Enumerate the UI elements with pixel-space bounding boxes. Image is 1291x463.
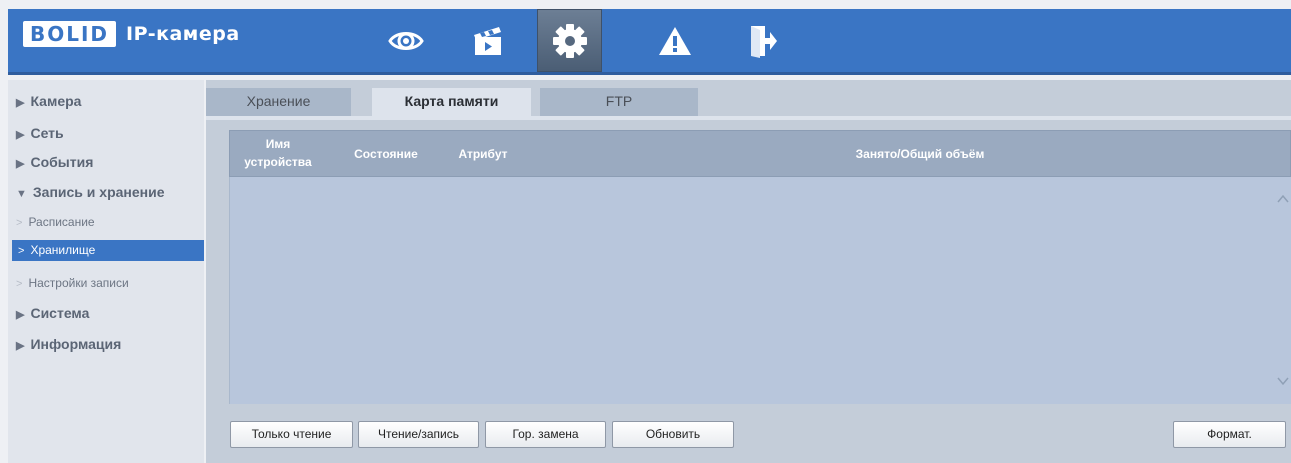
scroll-up-icon[interactable] bbox=[1276, 192, 1290, 206]
logout-icon bbox=[750, 25, 777, 58]
column-header-attribute[interactable]: Атрибут bbox=[448, 147, 518, 161]
nav-live-view-button[interactable] bbox=[374, 9, 437, 72]
tab-ftp[interactable]: FTP bbox=[540, 88, 698, 116]
triangle-right-icon: ▶ bbox=[16, 309, 25, 321]
column-header-used-total[interactable]: Занято/Общий объём bbox=[780, 147, 1060, 161]
refresh-button[interactable]: Обновить bbox=[612, 421, 734, 448]
tab-storage[interactable]: Хранение bbox=[206, 88, 351, 116]
gear-icon bbox=[552, 23, 587, 58]
triangle-down-icon: ▼ bbox=[16, 188, 27, 200]
brand-logo: BOLID bbox=[23, 21, 117, 47]
clapperboard-icon bbox=[473, 26, 501, 55]
tab-memory-card[interactable]: Карта памяти bbox=[372, 88, 531, 118]
sidebar-subitem-schedule[interactable]: > Расписание bbox=[16, 215, 95, 229]
scroll-down-icon[interactable] bbox=[1276, 374, 1290, 388]
warning-icon bbox=[658, 26, 691, 55]
sidebar-item-system[interactable]: ▶ Система bbox=[16, 305, 89, 321]
device-table-body bbox=[229, 177, 1291, 404]
app-title: IP-камера bbox=[126, 23, 240, 45]
triangle-right-icon: ▶ bbox=[16, 97, 25, 109]
tab-strip bbox=[206, 116, 1291, 120]
eye-icon bbox=[387, 31, 424, 50]
nav-settings-button[interactable] bbox=[537, 9, 602, 72]
read-write-button[interactable]: Чтение/запись bbox=[358, 421, 479, 448]
sidebar-item-events[interactable]: ▶ События bbox=[16, 154, 93, 170]
sidebar-subitem-record-settings[interactable]: > Настройки записи bbox=[16, 276, 129, 290]
chevron-right-icon: > bbox=[18, 245, 25, 257]
hot-swap-button[interactable]: Гор. замена bbox=[485, 421, 606, 448]
triangle-right-icon: ▶ bbox=[16, 340, 25, 352]
top-bar-border bbox=[8, 72, 1291, 75]
column-header-state[interactable]: Состояние bbox=[345, 147, 427, 161]
sidebar-item-network[interactable]: ▶ Сеть bbox=[16, 125, 64, 141]
chevron-right-icon: > bbox=[16, 278, 23, 290]
triangle-right-icon: ▶ bbox=[16, 158, 25, 170]
brand: BOLID IP-камера bbox=[23, 21, 240, 47]
read-only-button[interactable]: Только чтение bbox=[230, 421, 353, 448]
triangle-right-icon: ▶ bbox=[16, 129, 25, 141]
format-button[interactable]: Формат. bbox=[1173, 421, 1286, 448]
sidebar-subitem-storage[interactable]: > Хранилище bbox=[12, 240, 204, 261]
column-header-device-name[interactable]: Имя устройства bbox=[237, 135, 319, 171]
nav-alarm-button[interactable] bbox=[643, 9, 706, 72]
sidebar-item-camera[interactable]: ▶ Камера bbox=[16, 93, 81, 109]
chevron-right-icon: > bbox=[16, 217, 23, 229]
sidebar-item-info[interactable]: ▶ Информация bbox=[16, 336, 121, 352]
nav-logout-button[interactable] bbox=[731, 9, 794, 72]
nav-playback-button[interactable] bbox=[456, 9, 519, 72]
sidebar-item-record-storage[interactable]: ▼ Запись и хранение bbox=[16, 184, 165, 200]
